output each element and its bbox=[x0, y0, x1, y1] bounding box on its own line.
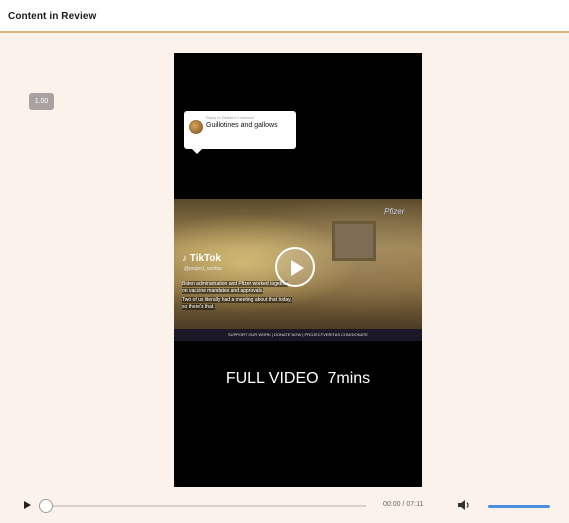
play-triangle bbox=[291, 260, 304, 276]
progress-track[interactable] bbox=[46, 505, 366, 507]
play-icon[interactable] bbox=[24, 501, 31, 509]
video-frame-scene: Pfizer ♪ TikTok @project_veritas Biden a… bbox=[174, 199, 422, 341]
donate-strip: SUPPORT OUR WORK | DONATE NOW | PROJECTV… bbox=[174, 329, 422, 341]
progress-knob[interactable] bbox=[39, 499, 53, 513]
playback-speed-badge[interactable]: 1.00 bbox=[29, 93, 54, 110]
tiktok-logo: ♪ TikTok bbox=[182, 253, 222, 264]
caption-line: on vaccine mandates and approvals. bbox=[182, 288, 264, 294]
play-circle-icon[interactable] bbox=[275, 247, 315, 287]
caption-line: Two of us literally had a meeting about … bbox=[182, 297, 292, 303]
wall-picture bbox=[332, 221, 376, 261]
volume-slider[interactable] bbox=[488, 505, 550, 508]
reply-bubble: Reply to Deleted Comment Guillotines and… bbox=[184, 111, 296, 154]
time-readout: 00:00 / 07:11 bbox=[383, 501, 424, 508]
full-video-overlay-text: FULL VIDEO 7mins bbox=[225, 370, 371, 387]
tiktok-handle: @project_veritas bbox=[184, 266, 222, 272]
video-controls: 00:00 / 07:11 bbox=[0, 490, 569, 523]
volume-icon[interactable] bbox=[457, 498, 471, 512]
header: Content in Review bbox=[0, 0, 569, 33]
reply-text: Guillotines and gallows bbox=[206, 122, 278, 129]
video-player[interactable]: Reply to Deleted Comment Guillotines and… bbox=[174, 53, 422, 487]
reply-to-label: Reply to Deleted Comment bbox=[206, 115, 255, 120]
commenter-avatar bbox=[189, 120, 203, 134]
page-title: Content in Review bbox=[8, 11, 97, 22]
brand-logo: Pfizer bbox=[384, 207, 405, 216]
caption-line: Biden administration and Pfizer worked t… bbox=[182, 281, 289, 287]
caption-line: so there's that. bbox=[182, 304, 215, 310]
